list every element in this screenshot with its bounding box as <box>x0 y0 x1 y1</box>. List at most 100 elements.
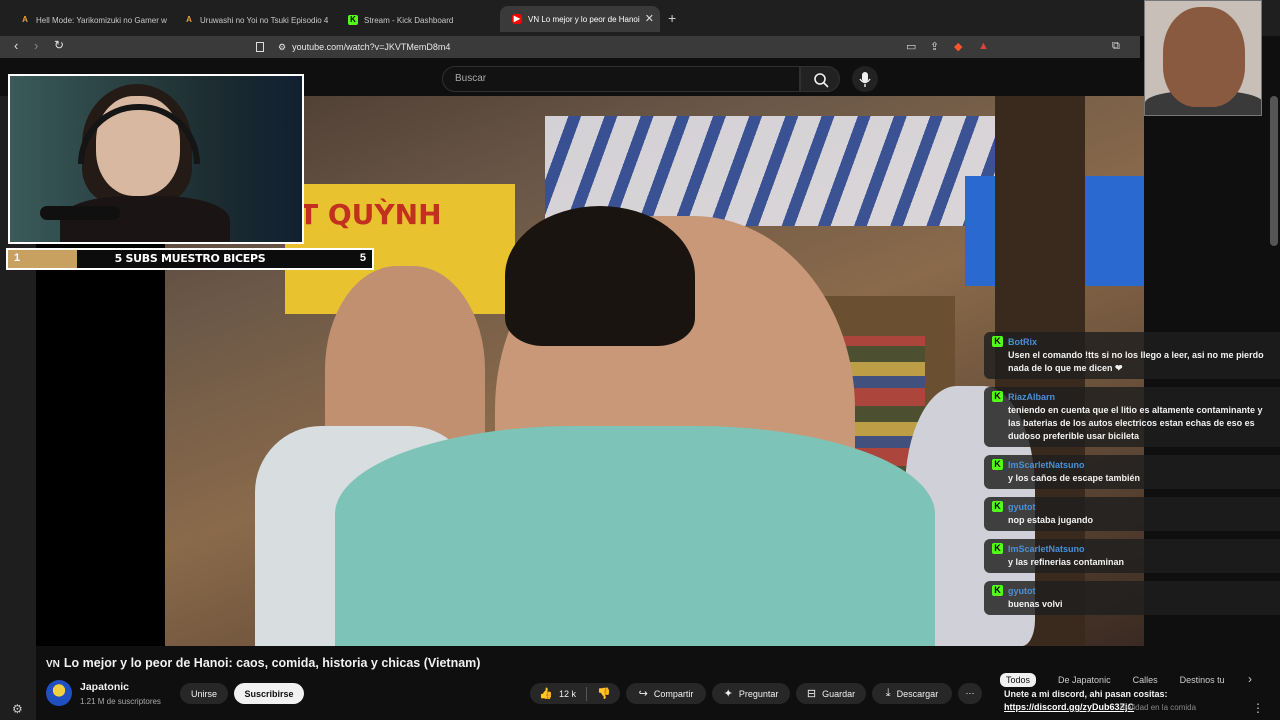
reaction-face <box>1163 7 1245 107</box>
chip-all[interactable]: Todos <box>1000 673 1037 687</box>
kick-icon: K <box>992 336 1003 347</box>
save-icon: ⊟ <box>806 688 817 700</box>
video-title: VN Lo mejor y lo peor de Hanoi: caos, com… <box>46 656 480 670</box>
chat-text: y los caños de escape también <box>1008 473 1141 483</box>
host-shirt <box>335 426 935 646</box>
kick-icon: K <box>992 501 1003 512</box>
tab-youtube-hanoi[interactable]: ▶ VN Lo mejor y lo peor de Hanoi ✕ <box>500 6 660 32</box>
chat-username: gyutot <box>1008 502 1036 512</box>
share-icon: ↪ <box>638 688 648 700</box>
subscriber-count: 1.21 M de suscriptores <box>80 697 161 706</box>
chat-username: RiazAlbarn <box>1008 392 1056 402</box>
kick-icon: K <box>992 391 1003 402</box>
af-icon: A <box>22 15 28 24</box>
like-icon[interactable]: 👍 <box>539 687 553 700</box>
sub-goal-bar: 1 5 SUBS MUESTRO BICEPS 5 <box>6 248 374 270</box>
rewards-icon[interactable]: ▲ <box>978 40 989 52</box>
video-title-text: Lo mejor y lo peor de Hanoi: caos, comid… <box>63 656 481 670</box>
sparkle-icon: ✦ <box>723 688 733 700</box>
chat-message: K ImScarletNatsuno y las refinerias cont… <box>984 539 1280 573</box>
chip-streets[interactable]: Calles <box>1133 675 1158 685</box>
cast-icon[interactable]: ▭ <box>906 40 916 53</box>
more-vertical-icon[interactable]: ⋮ <box>1252 701 1264 715</box>
browser-tab-bar: A Hell Mode: Yarikomizuki no Gamer w A U… <box>0 0 1280 36</box>
chat-username: ImScarletNatsuno <box>1008 544 1085 554</box>
divider <box>586 686 587 701</box>
new-tab-button[interactable]: + <box>668 10 676 26</box>
chevron-right-icon[interactable]: › <box>1248 672 1252 686</box>
host-hair <box>505 206 695 346</box>
tab-uruwashi[interactable]: A Uruwashi no Yoi no Tsuki Episodio 4 <box>172 8 332 32</box>
like-dislike-group: 👍 12 k 👎 <box>530 683 620 704</box>
screen: A Hell Mode: Yarikomizuki no Gamer w A U… <box>0 0 1280 720</box>
settings-icon[interactable]: ⚙ <box>12 702 23 716</box>
chip-from-channel[interactable]: De Japatonic <box>1058 675 1111 685</box>
af-icon: A <box>186 15 192 24</box>
dislike-icon[interactable]: 👎 <box>597 687 611 700</box>
chat-text: nop estaba jugando <box>1008 515 1094 525</box>
kick-icon: K <box>992 543 1003 554</box>
download-button[interactable]: ⤓ Descargar <box>872 683 952 704</box>
forward-icon[interactable]: › <box>34 38 38 53</box>
chat-text: buenas volvi <box>1008 599 1063 609</box>
chat-username: gyutot <box>1008 586 1036 596</box>
channel-name[interactable]: Japatonic <box>80 681 129 693</box>
kick-icon: K <box>348 15 358 25</box>
brave-shield-icon[interactable]: ◆ <box>954 40 962 53</box>
join-button[interactable]: Unirse <box>180 683 228 704</box>
chat-message: K gyutot buenas volvi <box>984 581 1280 615</box>
pinned-text: Unete a mi discord, ahi pasan cositas: <box>1004 689 1168 699</box>
chat-text: teniendo en cuenta que el litio es altam… <box>1008 405 1263 441</box>
url-text: youtube.com/watch?v=JKVTMemD8m4 <box>292 42 451 52</box>
microphone-icon <box>859 72 871 87</box>
shop-sign-text: T QUỲNH <box>299 198 442 231</box>
address-bar[interactable]: ⚙ youtube.com/watch?v=JKVTMemD8m4 <box>244 38 1004 56</box>
page-scrollbar[interactable] <box>1270 96 1278 246</box>
more-icon: ⋯ <box>965 688 975 698</box>
chip-destinations[interactable]: Destinos tu <box>1180 675 1225 685</box>
chat-username: BotRix <box>1008 337 1037 347</box>
tab-title: Uruwashi no Yoi no Tsuki Episodio 4 <box>200 15 329 25</box>
chat-overlay: K BotRix Usen el comando !tts si no los … <box>984 332 1280 623</box>
share-button[interactable]: ↪ Compartir <box>626 683 706 704</box>
close-tab-icon[interactable]: ✕ <box>645 12 654 25</box>
tab-title: Lo mejor y lo peor de Hanoi <box>541 14 640 24</box>
search-icon <box>814 73 829 88</box>
search-button[interactable] <box>800 66 840 92</box>
tab-hell-mode[interactable]: A Hell Mode: Yarikomizuki no Gamer w <box>8 8 168 32</box>
reload-icon[interactable]: ↻ <box>54 38 64 52</box>
more-actions-button[interactable]: ⋯ <box>958 683 982 704</box>
channel-avatar[interactable] <box>46 680 72 706</box>
chat-text: y las refinerias contaminan <box>1008 557 1125 567</box>
reaction-cam <box>1144 0 1262 116</box>
microphone-arm <box>40 206 120 220</box>
search-input[interactable]: Buscar <box>442 66 800 92</box>
chat-message: K ImScarletNatsuno y los caños de escape… <box>984 455 1280 489</box>
tab-kick-dashboard[interactable]: K Stream - Kick Dashboard <box>336 8 496 32</box>
browser-toolbar: ‹ › ↻ ⚙ youtube.com/watch?v=JKVTMemD8m4 … <box>0 36 1140 58</box>
ask-button[interactable]: ✦ Preguntar <box>712 683 790 704</box>
subscribe-button[interactable]: Suscribirse <box>234 683 304 704</box>
chat-message: K RiazAlbarn teniendo en cuenta que el l… <box>984 387 1280 447</box>
like-count[interactable]: 12 k <box>559 689 576 699</box>
voice-search-button[interactable] <box>852 66 878 92</box>
youtube-icon: ▶ <box>512 14 522 24</box>
tab-flag: VN <box>528 14 540 24</box>
ask-label: Preguntar <box>738 688 779 699</box>
kick-icon: K <box>992 585 1003 596</box>
goal-label: 5 SUBS MUESTRO BICEPS <box>114 252 266 265</box>
vietnam-flag-icon: VN <box>46 659 60 670</box>
back-icon[interactable]: ‹ <box>14 38 18 53</box>
site-info-icon[interactable]: ⚙ <box>278 42 286 53</box>
streamer-webcam <box>8 74 304 244</box>
share-label: Compartir <box>653 688 694 699</box>
extensions-icon[interactable]: ⧉ <box>1112 40 1120 53</box>
kick-icon: K <box>992 459 1003 470</box>
share-page-icon[interactable]: ⇪ <box>930 40 939 53</box>
tab-title: Hell Mode: Yarikomizuki no Gamer w <box>36 15 167 25</box>
chat-username: ImScarletNatsuno <box>1008 460 1085 470</box>
download-label: Descargar <box>896 688 939 699</box>
save-button[interactable]: ⊟ Guardar <box>796 683 866 704</box>
bookmark-icon[interactable] <box>256 42 264 52</box>
related-video-title-fragment: realidad en la comida <box>1120 703 1197 712</box>
